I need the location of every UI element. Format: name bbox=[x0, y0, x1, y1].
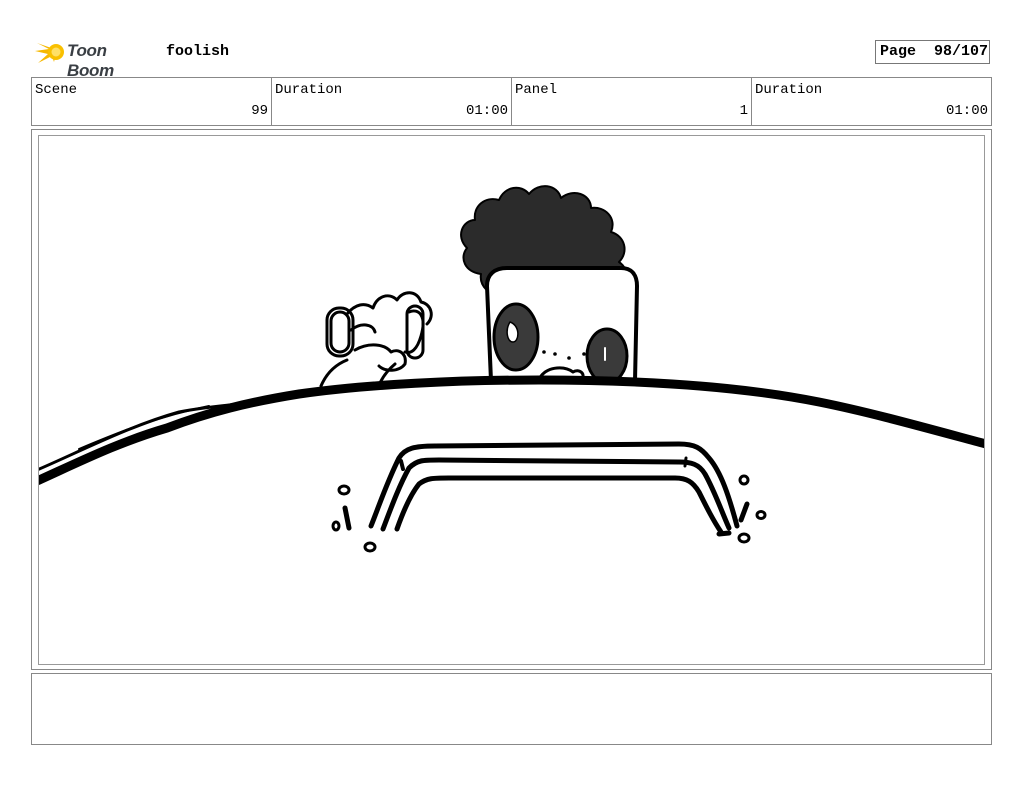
sunroof-drawing bbox=[331, 441, 767, 553]
hand-with-can-drawing bbox=[319, 291, 433, 388]
panel-duration-cell: Duration 01:00 bbox=[752, 78, 991, 125]
panel-info-row: Scene 99 Duration 01:00 Panel 1 Duration… bbox=[31, 77, 992, 126]
scene-cell: Scene 99 bbox=[32, 78, 272, 125]
scene-value: 99 bbox=[251, 103, 268, 119]
scene-duration-cell: Duration 01:00 bbox=[272, 78, 512, 125]
scene-duration-label: Duration bbox=[275, 82, 343, 98]
scene-label: Scene bbox=[35, 82, 78, 98]
storyboard-sketch bbox=[39, 185, 984, 553]
panel-cell: Panel 1 bbox=[512, 78, 752, 125]
page-number: 98/107 bbox=[934, 43, 989, 60]
project-title: foolish bbox=[166, 43, 230, 60]
car-roof-outline bbox=[39, 375, 984, 486]
brand-name: Toon Boom bbox=[67, 41, 114, 80]
panel-notes-box bbox=[31, 673, 992, 745]
panel-drawing bbox=[38, 135, 985, 665]
toon-boom-star-icon bbox=[35, 43, 64, 63]
scene-duration-value: 01:00 bbox=[465, 103, 508, 119]
toon-boom-logo: Toon Boom bbox=[33, 37, 157, 80]
panel-label: Panel bbox=[515, 82, 558, 98]
panel-value: 1 bbox=[739, 103, 748, 119]
page-indicator: Page 98/107 bbox=[875, 40, 990, 64]
page-label: Page bbox=[880, 43, 917, 60]
panel-duration-value: 01:00 bbox=[945, 103, 988, 119]
panel-duration-label: Duration bbox=[755, 82, 823, 98]
character-head-drawing bbox=[460, 185, 639, 385]
